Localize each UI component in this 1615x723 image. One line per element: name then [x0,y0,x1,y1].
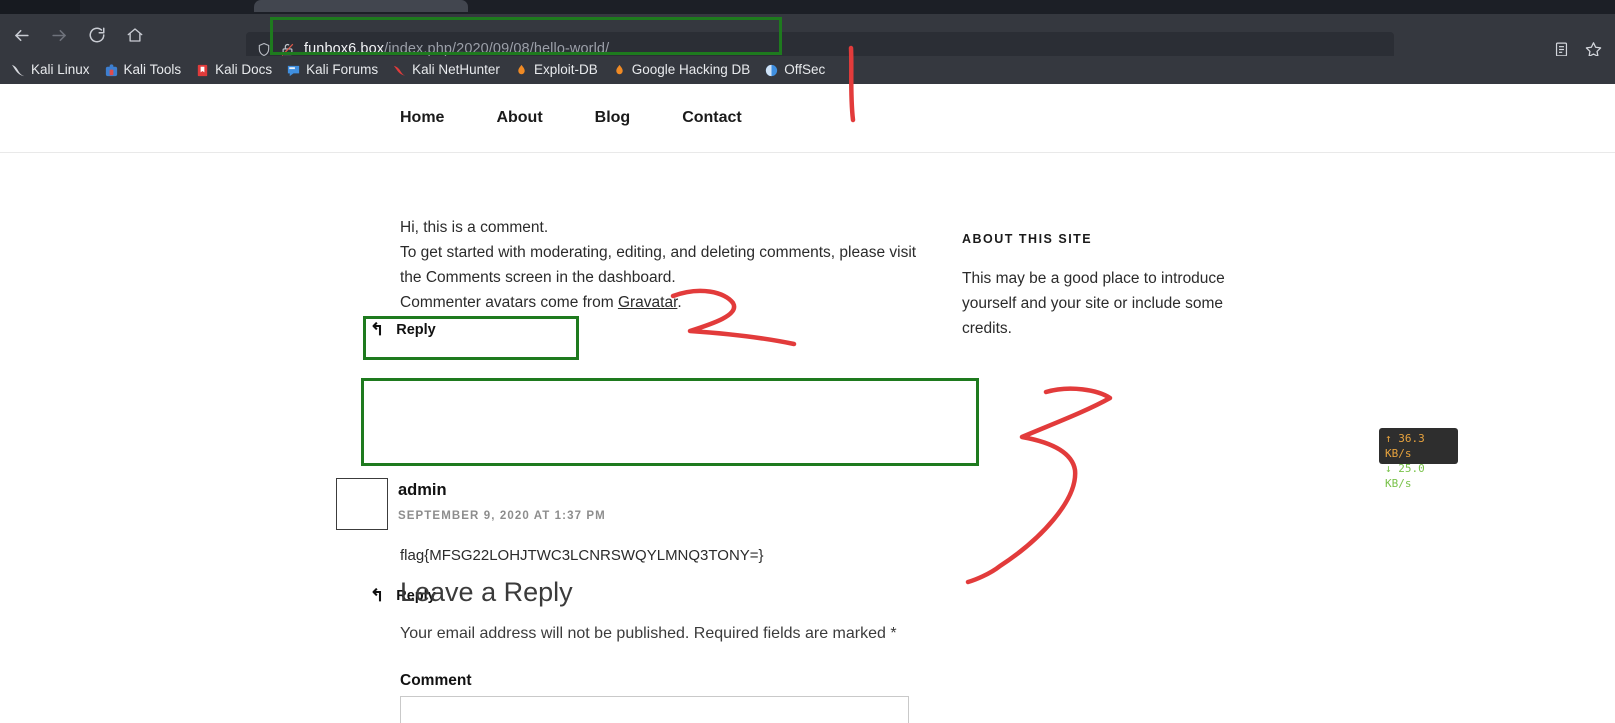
bookmark-kali-tools[interactable]: Kali Tools [97,61,189,80]
back-arrow-icon[interactable] [4,18,38,52]
comment-field-label: Comment [400,672,472,689]
bookmark-label: Kali NetHunter [412,62,500,78]
browser-window: funbox6.box/index.php/2020/09/08/hello-w… [0,0,1615,723]
forward-arrow-icon [42,18,76,52]
google-hacking-db-icon [616,64,623,74]
reader-view-icon[interactable] [1553,41,1570,58]
comment-line-2: To get started with moderating, editing,… [400,244,917,287]
nav-item-blog[interactable]: Blog [595,109,631,127]
bookmark-label: Kali Forums [306,62,379,78]
upload-speed: ↑ 36.3 KB/s [1385,432,1425,460]
kali-docs-icon [197,64,208,76]
bookmark-label: Kali Tools [123,62,182,78]
sidebar-widget-text: This may be a good place to introduce yo… [962,270,1225,337]
url-host: funbox6.box [304,41,385,57]
bookmark-google-hacking-db[interactable]: Google Hacking DB [605,61,758,80]
nav-item-about[interactable]: About [496,109,542,127]
reply-form-notice: Your email address will not be published… [400,625,897,642]
network-speed-widget: ↑ 36.3 KB/s ↓ 25.0 KB/s [1379,428,1458,490]
kali-dragon-icon [11,64,25,76]
comment-flag-text: flag{MFSG22LOHJTWC3LCNRSWQYLMNQ3TONY=} [400,547,764,564]
bookmark-kali-forums[interactable]: Kali Forums [279,61,385,80]
download-speed: ↓ 25.0 KB/s [1385,462,1425,490]
comment-line-3-suffix: . [677,294,682,312]
browser-tab[interactable] [254,0,468,12]
sidebar-widget-title: ABOUT THIS SITE [962,232,1093,246]
bookmark-label: Exploit-DB [533,62,598,78]
reply-button-first[interactable]: ↰ Reply [370,321,436,338]
kali-nethunter-icon [394,65,406,76]
gravatar-link[interactable]: Gravatar [618,294,677,311]
page-viewport: Home About Blog Contact Hi, this is a co… [0,84,1615,723]
nav-item-home[interactable]: Home [400,109,444,127]
reload-icon[interactable] [80,18,114,52]
bookmark-label: Kali Docs [215,62,273,78]
comment-author: admin [398,481,447,499]
nav-item-contact[interactable]: Contact [682,109,742,127]
post-content: Hi, this is a comment. To get started wi… [0,153,1615,723]
bookmark-kali-docs[interactable]: Kali Docs [188,61,279,80]
navigation-toolbar: funbox6.box/index.php/2020/09/08/hello-w… [0,14,1615,66]
home-icon[interactable] [118,18,152,52]
avatar [336,478,388,530]
comment-line-3-prefix: Commenter avatars come from [400,294,618,312]
reply-label: Reply [396,321,436,338]
bookmark-exploit-db[interactable]: Exploit-DB [507,61,605,80]
comment-line-3: Commenter avatars come from Gravatar. [400,290,920,315]
url-text: funbox6.box/index.php/2020/09/08/hello-w… [304,41,609,57]
reply-arrow-icon: ↰ [370,586,385,605]
bookmarks-bar: Kali Linux Kali Tools Kali Docs Kali For… [0,56,1615,84]
bookmark-label: Kali Linux [31,62,90,78]
window-titlebar [0,0,1615,14]
bookmark-label: OffSec [784,62,826,78]
bookmark-offsec[interactable]: OffSec [757,61,832,80]
kali-forums-icon [288,65,300,76]
comment-timestamp: SEPTEMBER 9, 2020 AT 1:37 PM [398,510,606,522]
offsec-icon [766,64,778,76]
comment-text-first: Hi, this is a comment. To get started wi… [400,215,920,315]
url-path: /index.php/2020/09/08/hello-world/ [384,41,610,57]
reply-arrow-icon: ↰ [370,320,385,339]
exploit-db-icon [518,64,525,74]
broken-lock-icon[interactable] [280,41,295,58]
bookmark-kali-linux[interactable]: Kali Linux [4,61,97,80]
bookmark-label: Google Hacking DB [631,62,751,78]
shield-icon [256,41,272,58]
kali-tools-icon [105,63,117,76]
titlebar-left-sliver [0,0,80,14]
site-navigation: Home About Blog Contact [0,84,1615,153]
comment-line-1: Hi, this is a comment. [400,219,549,236]
leave-a-reply-heading: Leave a Reply [400,577,573,607]
comment-textarea[interactable] [400,696,909,723]
bookmark-kali-nethunter[interactable]: Kali NetHunter [385,61,507,80]
